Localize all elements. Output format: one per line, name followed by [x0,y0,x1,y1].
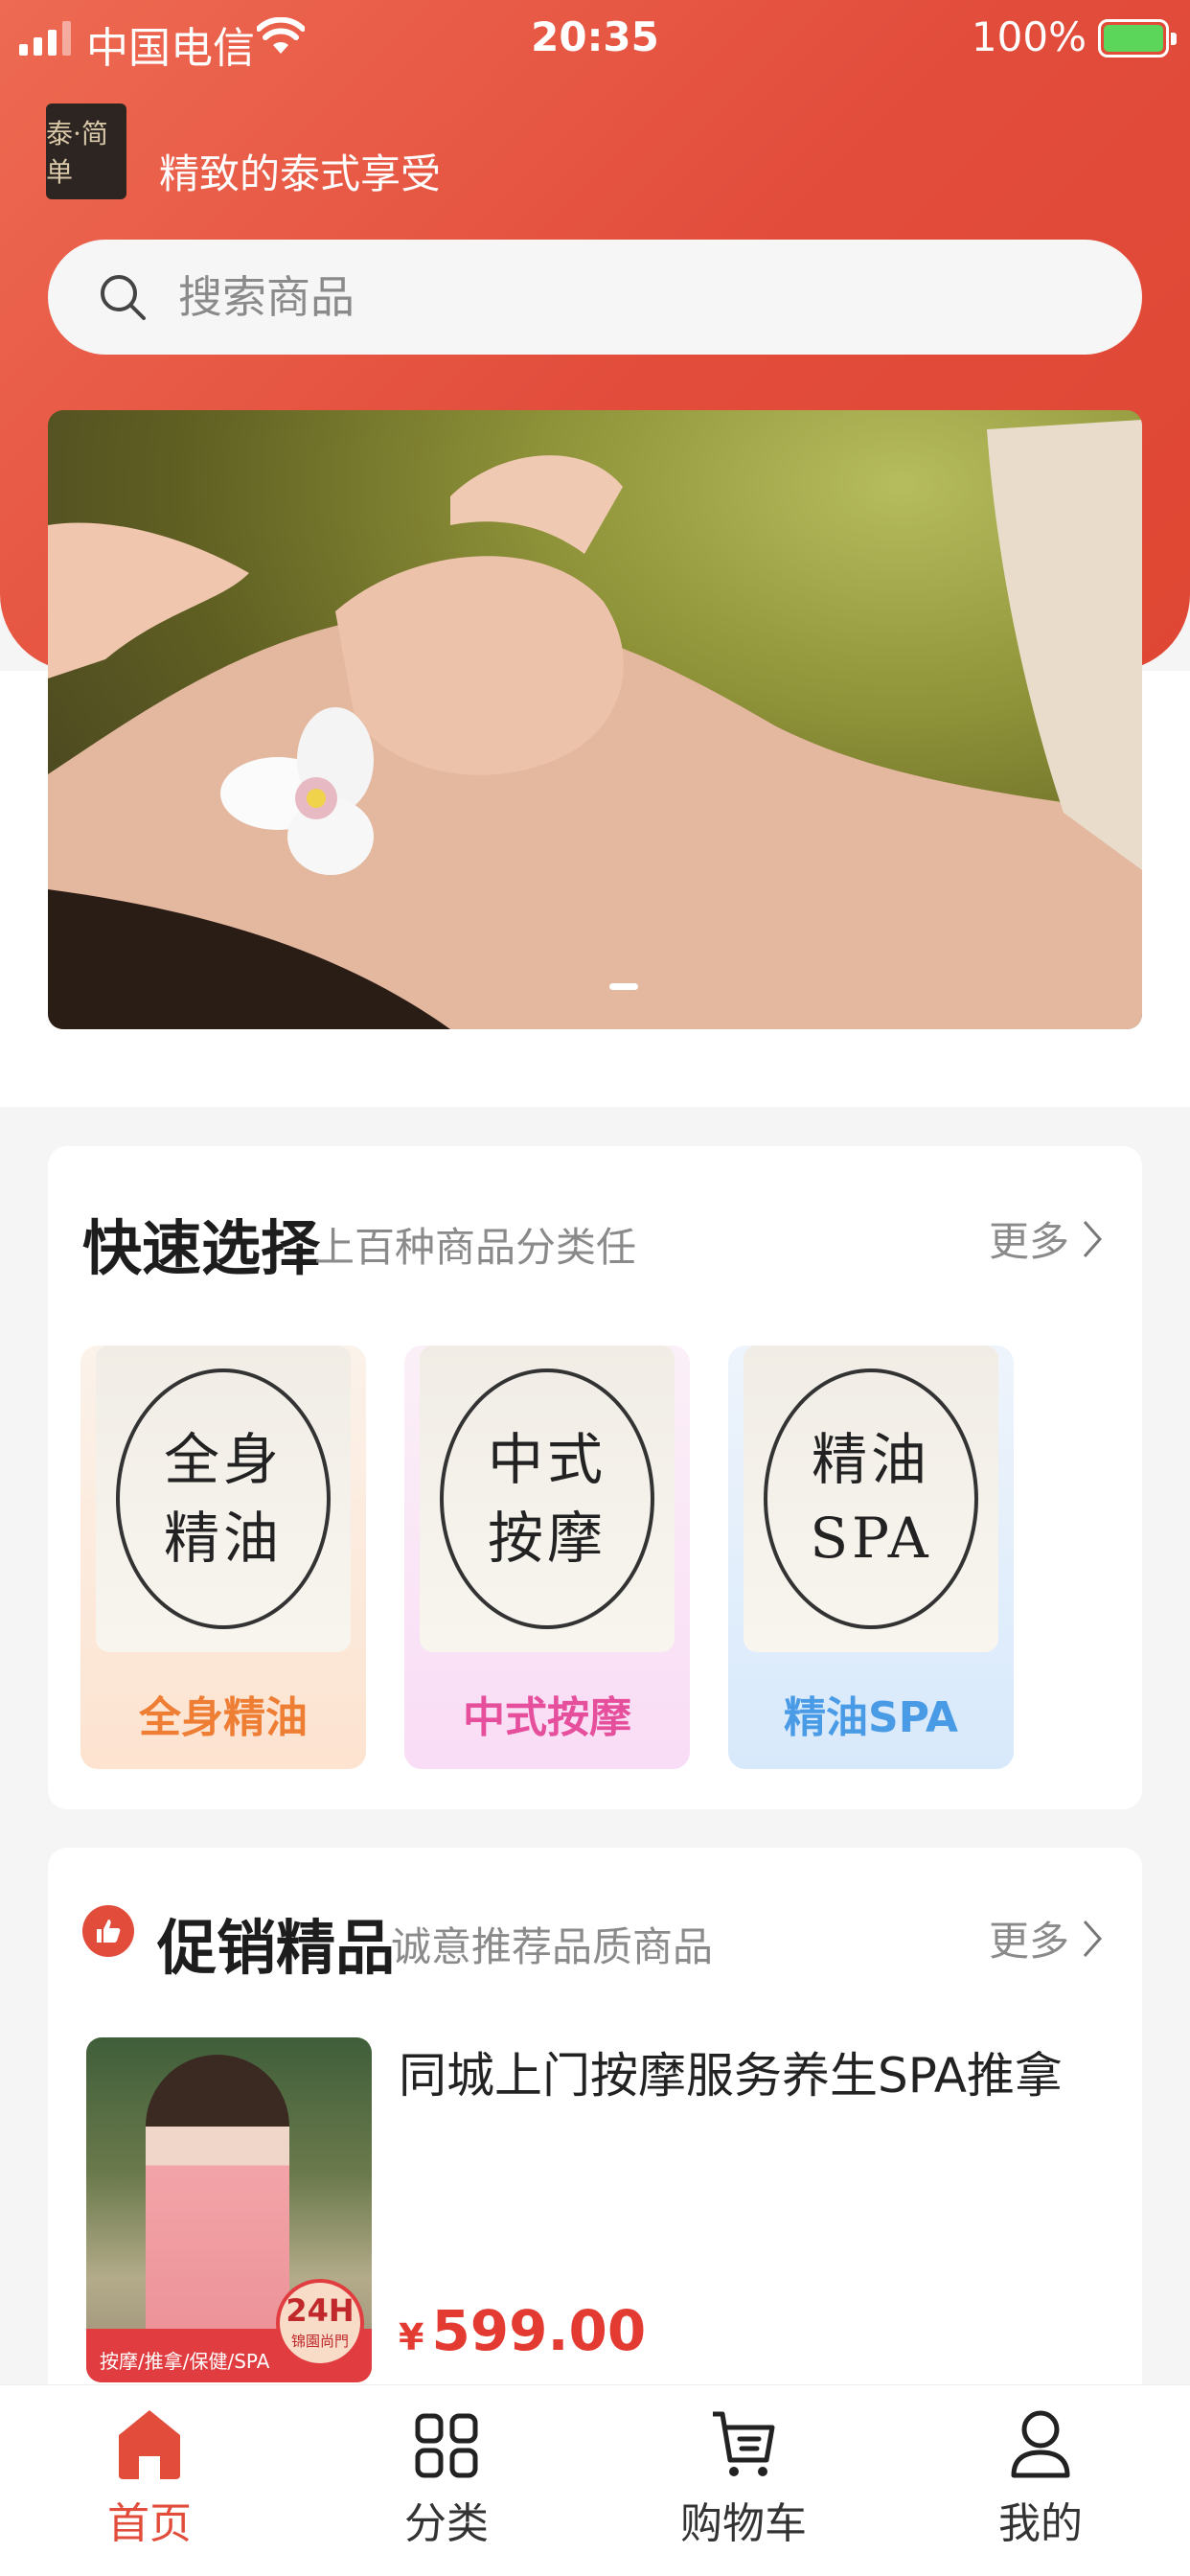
tab-category[interactable]: 分类 [351,2406,542,2550]
section-subtitle: 诚意推荐品质商品 [391,1923,714,1970]
status-bar: 中国电信 20:35 100% [0,0,1190,79]
product-image-badge: 24H 锦園尚門 [276,2279,364,2367]
search-icon [101,275,146,320]
category-image: 中式 按摩 [420,1346,675,1652]
category-label: 中式按摩 [463,1693,631,1742]
category-tile-oil-spa[interactable]: 精油 SPA 精油SPA [728,1346,1014,1769]
quick-select-section: 快速选择 上百种商品分类任 更多 全身 精油 全身精油 中式 按摩 中式按摩 精油 S… [48,1146,1142,1809]
brand-tagline: 精致的泰式享受 [159,150,442,197]
section-title: 快速选择 [82,1213,321,1283]
category-label: 全身精油 [139,1693,308,1742]
brand-logo: 泰·简单 [46,104,126,199]
promo-banner[interactable] [48,410,1142,1029]
carousel-indicator[interactable] [609,983,638,990]
tab-cart[interactable]: 购物车 [648,2406,839,2550]
search-bar[interactable] [48,240,1142,355]
more-link[interactable]: 更多 [989,1909,1104,1967]
category-label: 精油SPA [784,1693,958,1742]
battery-icon [1098,19,1177,58]
section-subtitle: 上百种商品分类任 [314,1224,637,1271]
product-price: ¥599.00 [399,2298,647,2363]
battery-percent: 100% [971,13,1087,60]
category-tile-chinese-massage[interactable]: 中式 按摩 中式按摩 [404,1346,690,1769]
banner-image [48,420,1142,1029]
grid-icon [415,2413,478,2478]
category-image: 全身 精油 [96,1346,351,1652]
user-icon [1011,2410,1070,2478]
chevron-right-icon [1083,1220,1103,1257]
tab-home[interactable]: 首页 [54,2406,245,2550]
chevron-right-icon [1083,1920,1103,1957]
product-image[interactable]: 按摩/推拿/保健/SPA 24H 锦園尚門 [86,2037,372,2382]
tab-bar: 首页 分类 购物车 我的 [0,2384,1190,2576]
promo-section: 促销精品 诚意推荐品质商品 更多 按摩/推拿/保健/SPA 24H 锦園尚門 同… [48,1848,1142,2423]
more-link[interactable]: 更多 [989,1209,1104,1268]
home-icon [119,2410,180,2479]
category-image: 精油 SPA [744,1346,998,1652]
search-input[interactable] [178,271,1041,323]
category-tile-full-body-oil[interactable]: 全身 精油 全身精油 [80,1346,366,1769]
section-title: 促销精品 [157,1913,396,1983]
thumbs-up-icon [82,1905,134,1957]
product-title[interactable]: 同城上门按摩服务养生SPA推拿 [399,2037,1063,2106]
cart-icon [713,2411,775,2476]
tab-profile[interactable]: 我的 [945,2406,1136,2550]
